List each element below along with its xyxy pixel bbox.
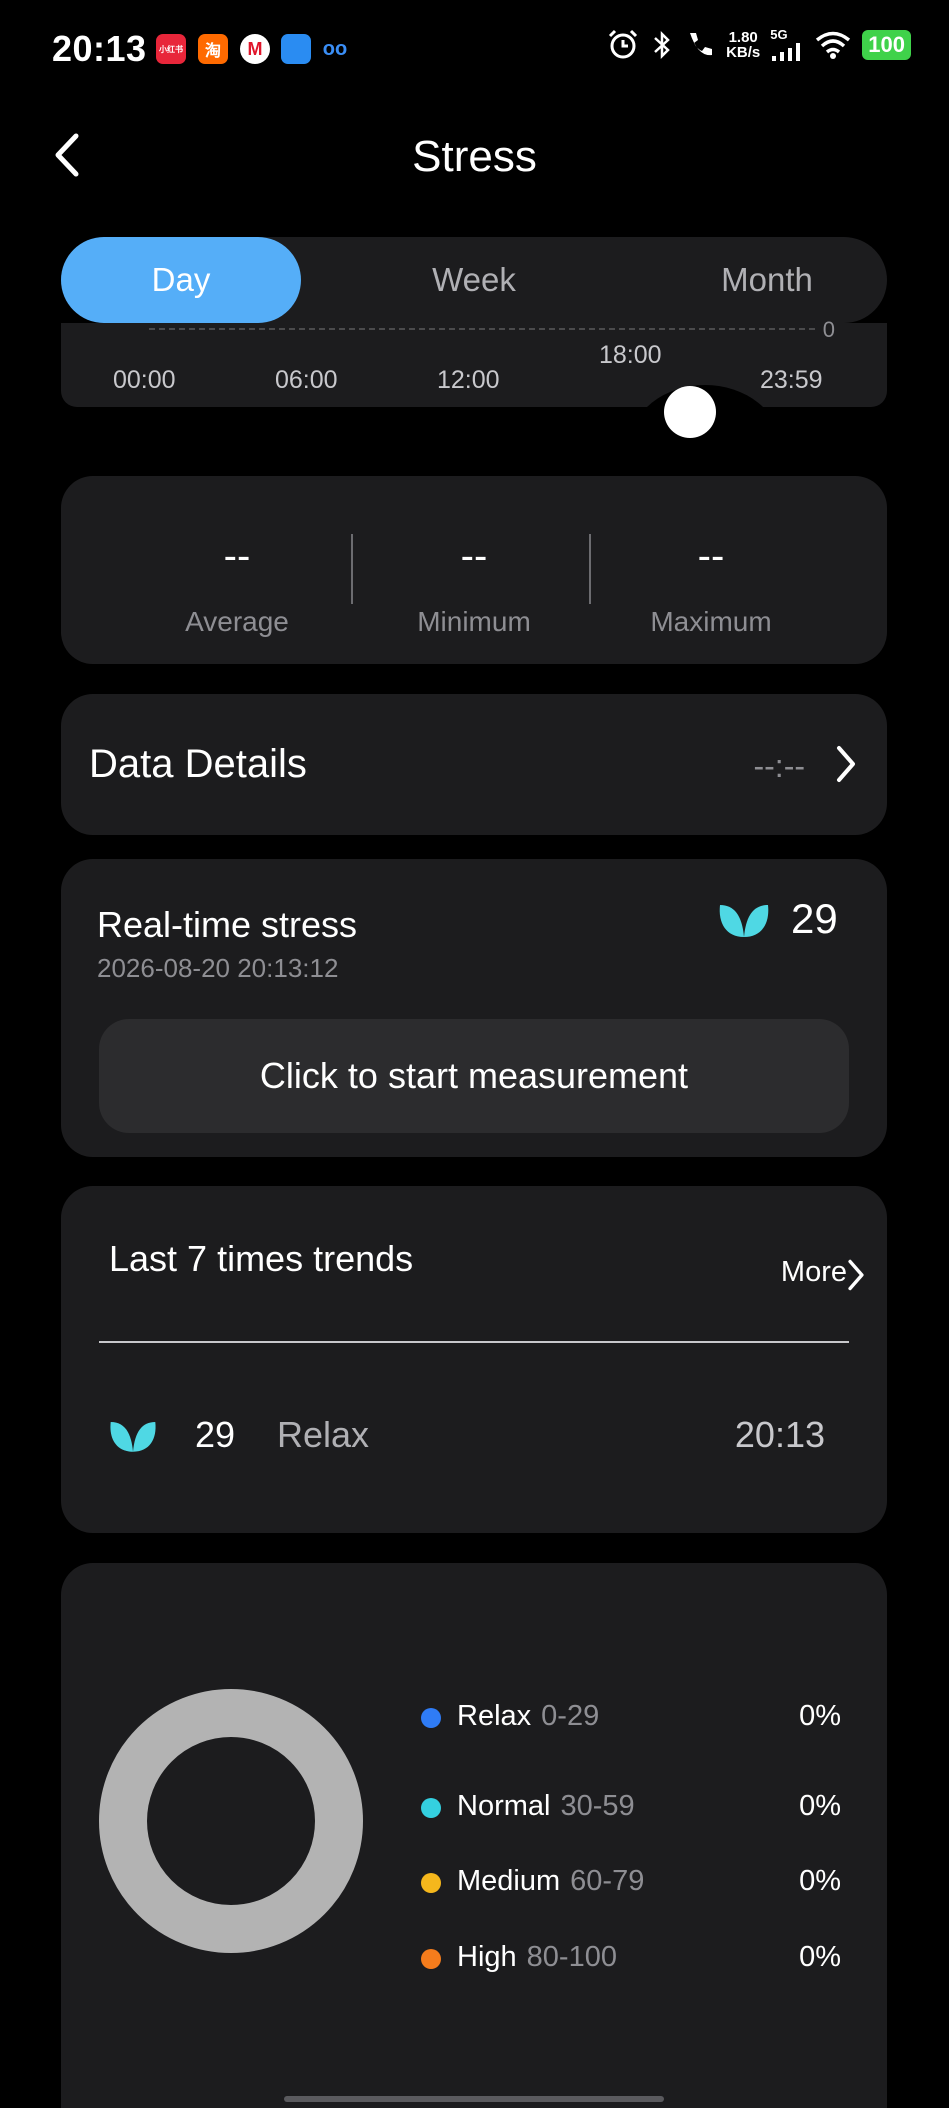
legend-dot xyxy=(421,1949,441,1969)
legend-range: 30-59 xyxy=(560,1790,635,1822)
legend-label: High 80-100 xyxy=(457,1941,617,1974)
divider xyxy=(589,534,591,604)
legend-item: High 80-100 0% xyxy=(421,1939,841,1979)
alarm-icon xyxy=(609,29,638,59)
tick-label: 23:59 xyxy=(760,366,823,394)
trend-value: 29 xyxy=(195,1414,236,1455)
legend-range: 80-100 xyxy=(526,1941,617,1973)
status-bar-right: 1.80 KB/s 5G 100 xyxy=(606,28,911,62)
data-details-row[interactable]: Data Details --:-- xyxy=(61,694,887,835)
distribution-card: Relax 0-29 0% Normal 30-59 0% Medium 60-79 0% Hig… xyxy=(61,1563,887,2108)
realtime-stress-card: Real-time stress 2026-08-20 20:13:12 29 … xyxy=(61,859,887,1157)
stress-donut-chart xyxy=(99,1689,363,1953)
legend-item: Medium 60-79 0% xyxy=(421,1863,841,1903)
legend-name: Relax xyxy=(457,1700,532,1732)
net-speed-value: 1.80 xyxy=(728,29,758,46)
legend-percent: 0% xyxy=(799,1941,841,1973)
stats-summary-card: -- Average -- Minimum -- Maximum xyxy=(61,476,887,664)
chevron-right-icon xyxy=(837,746,855,782)
trend-time: 20:13 xyxy=(734,1414,825,1455)
trends-card: Last 7 times trends More 29 Relax 20:13 xyxy=(61,1186,887,1533)
legend-label: Medium 60-79 xyxy=(457,1865,644,1898)
period-tabs: Day Week Month xyxy=(61,237,887,323)
minimum-value: -- xyxy=(460,534,488,578)
cell-signal: 5G xyxy=(770,28,804,62)
taobao-app-icon: 淘 xyxy=(198,34,228,64)
legend-label: Normal 30-59 xyxy=(457,1790,635,1823)
leaf-icon xyxy=(110,1422,156,1452)
home-indicator[interactable] xyxy=(284,2096,664,2102)
divider xyxy=(351,534,353,604)
call-icon xyxy=(690,33,713,56)
tab-month[interactable]: Month xyxy=(647,237,887,323)
net-speed-unit: KB/s xyxy=(726,44,761,61)
trend-list-item: 29 Relax 20:13 xyxy=(61,1414,887,1464)
donut-ring xyxy=(99,1689,363,1953)
leaf-icon xyxy=(719,905,769,937)
legend-label: Relax 0-29 xyxy=(457,1700,599,1733)
network-type: 5G xyxy=(770,27,788,42)
legend-percent: 0% xyxy=(799,1865,841,1897)
card-app-icon xyxy=(281,34,311,64)
realtime-timestamp: 2026-08-20 20:13:12 xyxy=(97,953,339,983)
wifi-icon xyxy=(816,31,851,59)
legend-name: Normal xyxy=(457,1790,551,1822)
start-measurement-button[interactable]: Click to start measurement xyxy=(99,1019,849,1133)
legend-item: Normal 30-59 0% xyxy=(421,1788,841,1828)
net-speed: 1.80 KB/s xyxy=(726,30,760,60)
average-label: Average xyxy=(185,606,289,637)
realtime-title: Real-time stress xyxy=(97,904,358,945)
legend-name: Medium xyxy=(457,1865,561,1897)
metro-app-icon: M xyxy=(240,34,270,64)
legend-name: High xyxy=(457,1941,517,1973)
legend-range: 0-29 xyxy=(541,1700,600,1732)
legend-percent: 0% xyxy=(799,1700,841,1732)
tab-week[interactable]: Week xyxy=(354,237,594,323)
tick-label: 06:00 xyxy=(275,366,338,394)
average-value: -- xyxy=(223,534,251,578)
more-link[interactable]: More xyxy=(781,1256,847,1289)
page-title: Stress xyxy=(412,132,537,181)
xiaohongshu-app-icon: 小红书 xyxy=(156,34,186,64)
tick-label: 18:00 xyxy=(599,341,662,369)
minimum-label: Minimum xyxy=(417,606,531,637)
time-slider-knob[interactable] xyxy=(664,386,716,438)
axis-zero-label: 0 xyxy=(822,317,835,342)
data-details-label: Data Details xyxy=(89,742,307,786)
voicemail-icon: oo xyxy=(322,37,348,60)
signal-icon xyxy=(772,43,801,61)
data-details-time: --:-- xyxy=(753,748,805,784)
legend-dot xyxy=(421,1873,441,1893)
tick-label: 12:00 xyxy=(437,366,500,394)
timeline-chart: 0 00:00 06:00 12:00 18:00 23:59 xyxy=(61,317,887,407)
maximum-label: Maximum xyxy=(650,606,772,637)
chevron-right-icon[interactable] xyxy=(845,1256,867,1294)
realtime-value: 29 xyxy=(791,895,838,942)
trends-divider xyxy=(99,1341,849,1343)
battery-indicator: 100 xyxy=(862,30,911,60)
tab-day[interactable]: Day xyxy=(61,237,301,323)
legend-percent: 0% xyxy=(799,1790,841,1822)
status-time: 20:13 xyxy=(52,28,147,69)
baseline xyxy=(149,328,815,330)
tick-label: 00:00 xyxy=(113,366,176,394)
trends-title: Last 7 times trends xyxy=(109,1238,414,1279)
legend-dot xyxy=(421,1708,441,1728)
maximum-value: -- xyxy=(697,534,725,578)
legend-range: 60-79 xyxy=(570,1865,645,1897)
legend-item: Relax 0-29 0% xyxy=(421,1698,841,1738)
trend-status: Relax xyxy=(277,1414,370,1455)
bluetooth-icon xyxy=(654,30,670,60)
legend-dot xyxy=(421,1798,441,1818)
